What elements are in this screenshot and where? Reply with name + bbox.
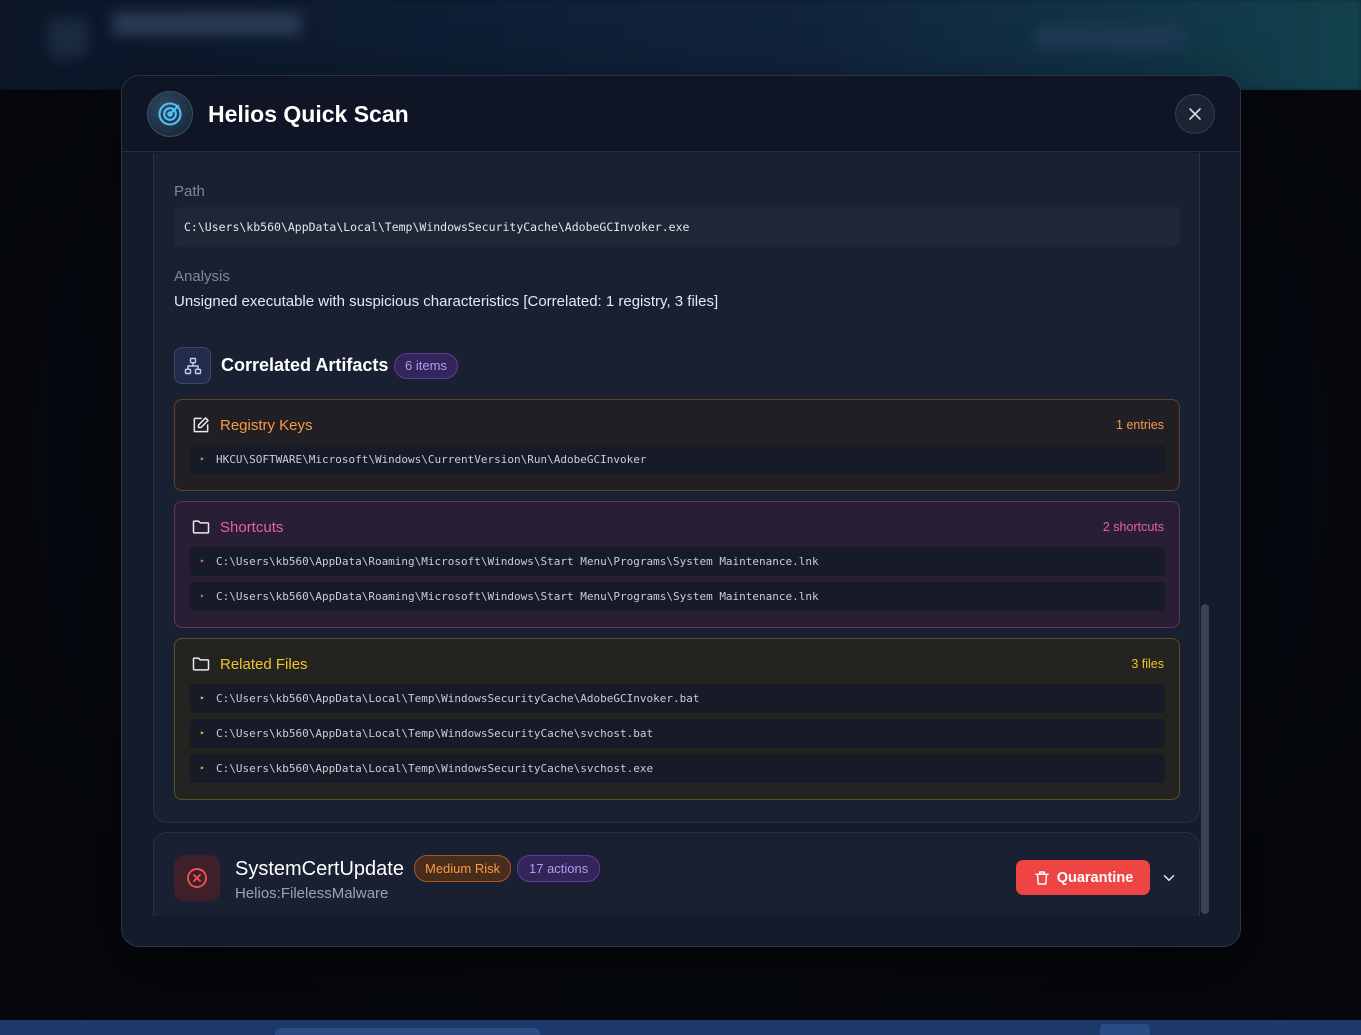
quarantine-label: Quarantine: [1056, 869, 1134, 886]
registry-keys-title: Registry Keys: [220, 417, 313, 434]
actions-badge: 17 actions: [517, 855, 601, 882]
path-label: Path: [174, 183, 205, 200]
correlated-artifacts-title: Correlated Artifacts: [221, 355, 389, 375]
trash-icon: [1034, 870, 1049, 885]
taskbar-app: [1100, 1024, 1150, 1035]
risk-badge: Medium Risk: [414, 855, 512, 882]
registry-keys-group: Registry Keys 1 entries ▸ HKCU\SOFTWARE\…: [174, 399, 1180, 491]
bullet-arrow-icon: ▸: [200, 556, 205, 565]
analysis-value: Unsigned executable with suspicious char…: [174, 293, 719, 310]
modal-body[interactable]: Path C:\Users\kb560\AppData\Local\Temp\W…: [122, 153, 1240, 916]
chevron-down-icon[interactable]: [1160, 869, 1178, 887]
bullet-arrow-icon: ▸: [200, 454, 205, 463]
threat-type: Helios:FilelessMalware: [235, 885, 389, 902]
bullet-arrow-icon: ▸: [200, 693, 205, 702]
path-value: C:\Users\kb560\AppData\Local\Temp\Window…: [174, 207, 1180, 247]
close-icon: [1189, 108, 1201, 120]
registry-key-item[interactable]: ▸ HKCU\SOFTWARE\Microsoft\Windows\Curren…: [190, 445, 1165, 474]
analysis-label: Analysis: [174, 268, 230, 285]
folder-icon: [192, 520, 210, 534]
related-files-title: Related Files: [220, 656, 308, 673]
modal-title: Helios Quick Scan: [208, 101, 409, 127]
shortcuts-count: 2 shortcuts: [1102, 520, 1164, 534]
threat-name: SystemCertUpdate: [235, 858, 404, 880]
taskbar: [0, 1020, 1361, 1035]
blurred-app-title: [112, 12, 302, 36]
shortcuts-group: Shortcuts 2 shortcuts ▸ C:\Users\kb560\A…: [174, 501, 1180, 628]
scan-modal: Helios Quick Scan Path C:\Users\kb560\Ap…: [121, 75, 1241, 947]
threat-card[interactable]: SystemCertUpdate Helios:FilelessMalware …: [153, 832, 1200, 916]
close-button[interactable]: [1175, 94, 1215, 134]
registry-keys-count: 1 entries: [1116, 418, 1164, 432]
related-files-count: 3 files: [1131, 657, 1164, 671]
related-file-item[interactable]: ▸ C:\Users\kb560\AppData\Local\Temp\Wind…: [190, 719, 1165, 748]
threat-detail-card: Path C:\Users\kb560\AppData\Local\Temp\W…: [153, 153, 1200, 823]
shortcut-item[interactable]: ▸ C:\Users\kb560\AppData\Roaming\Microso…: [190, 582, 1165, 611]
related-file-path: C:\Users\kb560\AppData\Local\Temp\Window…: [216, 762, 654, 775]
folder-icon: [192, 657, 210, 671]
shortcuts-title: Shortcuts: [220, 519, 284, 536]
blurred-app-logo: [48, 18, 88, 58]
shortcut-path: C:\Users\kb560\AppData\Roaming\Microsoft…: [216, 555, 819, 568]
shortcut-path: C:\Users\kb560\AppData\Roaming\Microsoft…: [216, 590, 819, 603]
bullet-arrow-icon: ▸: [200, 591, 205, 600]
artifact-count-badge: 6 items: [394, 353, 458, 379]
edit-icon: [193, 417, 209, 433]
bullet-arrow-icon: ▸: [200, 728, 205, 737]
quarantine-button[interactable]: Quarantine: [1016, 860, 1150, 895]
taskbar-search: [275, 1028, 540, 1035]
related-file-path: C:\Users\kb560\AppData\Local\Temp\Window…: [216, 692, 700, 705]
network-icon: [174, 347, 211, 384]
blurred-header-button: [1035, 24, 1185, 50]
shortcut-item[interactable]: ▸ C:\Users\kb560\AppData\Roaming\Microso…: [190, 547, 1165, 576]
registry-key-path: HKCU\SOFTWARE\Microsoft\Windows\CurrentV…: [216, 453, 647, 466]
related-files-group: Related Files 3 files ▸ C:\Users\kb560\A…: [174, 638, 1180, 800]
related-file-item[interactable]: ▸ C:\Users\kb560\AppData\Local\Temp\Wind…: [190, 754, 1165, 783]
radar-icon: [147, 91, 193, 137]
related-file-path: C:\Users\kb560\AppData\Local\Temp\Window…: [216, 727, 654, 740]
related-file-item[interactable]: ▸ C:\Users\kb560\AppData\Local\Temp\Wind…: [190, 684, 1165, 713]
x-circle-icon: [174, 855, 220, 901]
bullet-arrow-icon: ▸: [200, 763, 205, 772]
scrollbar-thumb[interactable]: [1201, 604, 1209, 914]
modal-header: Helios Quick Scan: [122, 76, 1240, 152]
